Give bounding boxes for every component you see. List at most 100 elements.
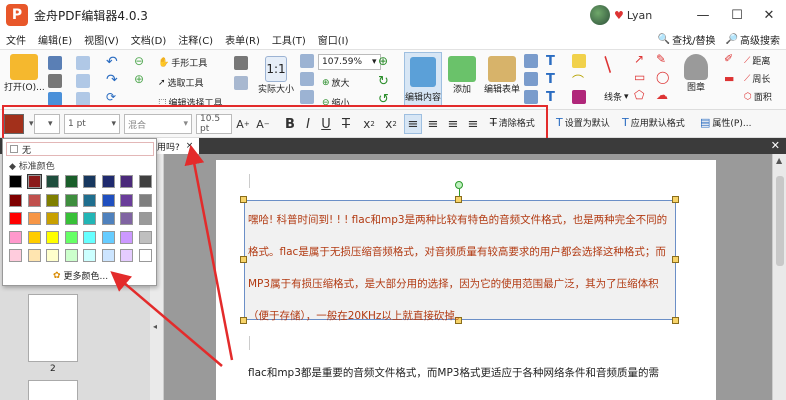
camera-icon[interactable] (234, 56, 248, 70)
perimeter-button[interactable]: ⟋ 周长 (744, 72, 770, 86)
line-tool-icon[interactable]: / (598, 52, 617, 76)
color-swatch[interactable] (83, 230, 96, 244)
tab-close-icon[interactable]: × (186, 141, 194, 151)
cloud-tool-icon[interactable]: ☁ (656, 88, 668, 102)
refresh-icon[interactable]: ⟳ (106, 90, 116, 104)
page-thumbnail[interactable] (28, 380, 78, 400)
color-swatch[interactable] (138, 175, 152, 188)
username[interactable]: Lyan (627, 9, 652, 22)
clear-format-button[interactable]: T̶ 清除格式 (490, 116, 535, 129)
set-default-button[interactable]: T 设置为默认 (556, 116, 610, 129)
menu-edit[interactable]: 编辑(E) (32, 32, 78, 47)
italic-button[interactable]: I (300, 114, 316, 134)
text-select-icon[interactable] (234, 76, 248, 90)
scrollbar-thumb[interactable] (776, 176, 784, 266)
line-width-select[interactable]: 1 pt ▾ (64, 114, 120, 134)
color-swatch[interactable] (83, 212, 96, 225)
rotate-ccw-icon[interactable]: ↺ (378, 92, 389, 107)
color-swatch[interactable] (138, 193, 152, 207)
superscript-button[interactable]: x2 (382, 114, 400, 134)
forward-icon[interactable]: ⊕ (134, 72, 144, 86)
color-swatch[interactable] (101, 249, 115, 262)
page-thumbnail[interactable] (28, 294, 78, 362)
add-button[interactable]: 添加 (448, 56, 476, 95)
callout-icon[interactable]: T (546, 90, 555, 105)
stroke-color-select[interactable]: ▾ (34, 114, 60, 134)
user-area[interactable]: ♥ Lyan (590, 5, 652, 25)
zoom-dropdown-icon[interactable]: ⊕ (378, 54, 388, 68)
align-right-button[interactable]: ≡ (444, 114, 462, 134)
ellipse-tool-icon[interactable]: ◯ (656, 70, 669, 84)
menu-document[interactable]: 文档(D) (125, 32, 173, 47)
resize-handle-nw[interactable] (240, 196, 247, 203)
color-swatch[interactable] (64, 193, 78, 207)
avatar[interactable] (590, 5, 610, 25)
highlight-icon[interactable]: ▬ (724, 72, 734, 85)
redo-icon[interactable]: ↷ (106, 72, 118, 88)
font-size-select[interactable]: 10.5 pt (196, 114, 232, 134)
paste-icon[interactable] (76, 92, 90, 106)
color-swatch[interactable] (101, 212, 115, 225)
menu-file[interactable]: 文件 (0, 32, 32, 47)
color-swatch[interactable] (64, 212, 78, 225)
color-swatch[interactable] (9, 230, 22, 244)
font-grow-button[interactable]: A + (234, 114, 252, 134)
properties-button[interactable]: ▤ 属性(P)... (700, 116, 751, 129)
color-swatch[interactable] (9, 249, 22, 262)
fit-width-icon[interactable] (300, 72, 314, 86)
rotate-handle[interactable] (455, 181, 463, 189)
color-swatch[interactable] (120, 230, 133, 244)
attach-icon[interactable]: ⌒ (572, 72, 584, 89)
vertical-scrollbar[interactable]: ▲ (772, 154, 786, 400)
color-swatch[interactable] (46, 175, 59, 188)
arrow-tool-icon[interactable]: ↗ (634, 52, 644, 66)
actual-size-button[interactable]: 1:1 实际大小 (258, 56, 294, 95)
menu-form[interactable]: 表单(R) (219, 32, 266, 47)
color-swatch[interactable] (26, 174, 42, 189)
more-colors-button[interactable]: ✿ 更多颜色... (53, 269, 108, 283)
apply-default-button[interactable]: T 应用默认格式 (622, 116, 685, 129)
area-button[interactable]: ⬡ 面积 (744, 90, 772, 104)
color-swatch[interactable] (9, 175, 22, 188)
text-box-icon[interactable]: T (546, 54, 555, 69)
color-swatch[interactable] (9, 212, 22, 225)
menu-comment[interactable]: 注释(C) (172, 32, 219, 47)
hand-tool-button[interactable]: ✋ 手形工具 (158, 56, 207, 70)
color-swatch[interactable] (27, 249, 41, 262)
color-swatch[interactable] (120, 212, 133, 225)
open-button[interactable]: 打开(O)... (4, 54, 45, 93)
color-swatch[interactable] (83, 193, 96, 207)
maximize-button[interactable]: ☐ (720, 0, 754, 30)
line-button[interactable]: 线条 ▾ (604, 90, 629, 104)
no-color-option[interactable]: 无 (6, 142, 154, 156)
save-icon[interactable] (48, 56, 62, 70)
scroll-up-icon[interactable]: ▲ (776, 156, 782, 165)
color-swatch[interactable] (120, 175, 133, 188)
justify-button[interactable]: ≡ (464, 114, 482, 134)
align-left-button[interactable]: ≡ (404, 114, 422, 134)
polygon-tool-icon[interactable]: ⬠ (634, 88, 644, 102)
underline-text-icon[interactable] (572, 90, 586, 104)
color-swatch[interactable] (101, 193, 115, 207)
note-icon[interactable] (572, 54, 586, 68)
advanced-search-button[interactable]: 🔎 高级搜索 (726, 32, 780, 47)
close-all-tabs-icon[interactable]: ✕ (771, 139, 780, 152)
color-swatch[interactable] (120, 249, 133, 262)
copy-icon[interactable] (76, 74, 90, 88)
selected-paragraph[interactable]: 嘿哈! 科普时间到! ! ! flac和mp3是两种比较有特色的音频文件格式，也… (248, 204, 674, 332)
zoom-select[interactable]: 107.59% ▾ (318, 54, 381, 70)
fill-color-dropdown[interactable]: ▾ (26, 114, 34, 134)
back-icon[interactable]: ⊖ (134, 54, 144, 68)
zoom-out-button[interactable]: ⊖ 缩小 (322, 96, 350, 110)
menu-view[interactable]: 视图(V) (78, 32, 125, 47)
color-swatch[interactable] (9, 193, 22, 207)
zoom-in-button[interactable]: ⊕ 放大 (322, 76, 350, 90)
color-swatch[interactable] (83, 249, 96, 262)
subscript-button[interactable]: x2 (360, 114, 378, 134)
distance-button[interactable]: ⟋ 距离 (744, 54, 770, 68)
find-replace-button[interactable]: 🔍 查找/替换 (658, 32, 716, 47)
menu-window[interactable]: 窗口(I) (312, 32, 355, 47)
color-swatch[interactable] (46, 249, 59, 262)
color-swatch[interactable] (120, 193, 133, 207)
fit-page-icon[interactable] (300, 54, 314, 68)
